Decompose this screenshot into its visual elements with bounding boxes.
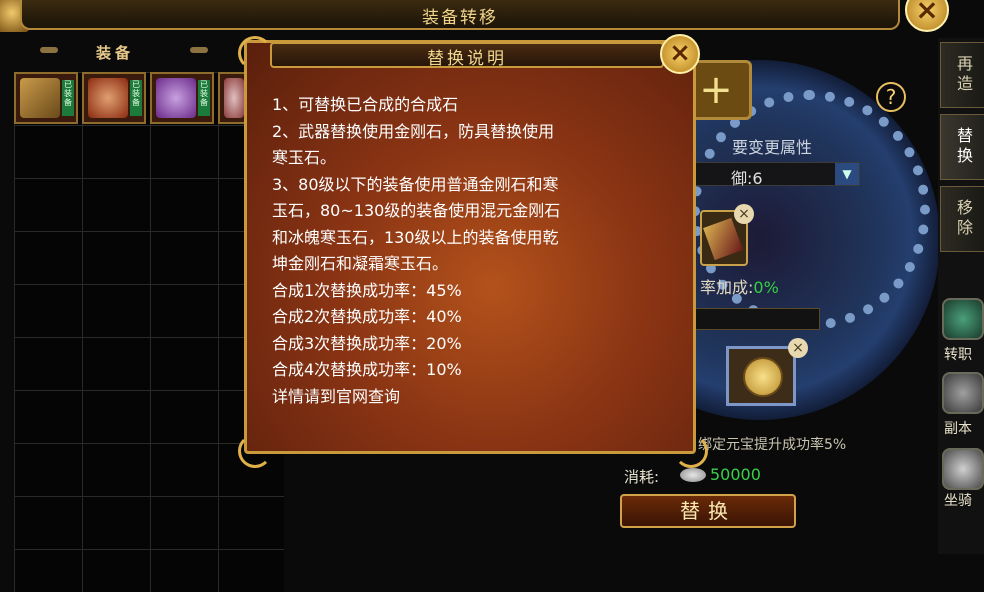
popup-line: 和冰魄寒玉石，130级以上的装备使用乾 — [272, 227, 559, 247]
equipped-tag: 已装备 — [198, 80, 210, 116]
header-ornament — [190, 47, 208, 53]
mount-icon[interactable] — [942, 448, 984, 490]
popup-line: 玉石，80~130级的装备使用混元金刚石 — [272, 201, 561, 220]
window-close-button[interactable]: × — [905, 0, 949, 32]
equipment-slot[interactable]: 已装备 — [82, 72, 146, 124]
close-icon: × — [915, 0, 939, 26]
gem-slot[interactable] — [726, 346, 796, 406]
attribute-select-value: 御:6 — [731, 169, 763, 188]
equipment-slot[interactable]: 已装备 — [14, 72, 78, 124]
plus-icon: + — [699, 67, 733, 113]
popup-line: 合成1次替换成功率：45% — [272, 280, 462, 300]
equipped-tag: 已装备 — [130, 80, 142, 116]
remove-weapon-close-icon[interactable]: × — [734, 204, 754, 224]
popup-line: 坤金刚石和凝霜寒玉石。 — [272, 254, 449, 273]
dungeon-icon[interactable] — [942, 372, 984, 414]
remove-gem-close-icon[interactable]: × — [788, 338, 808, 358]
attribute-select[interactable]: 御:6 ▼ — [690, 162, 860, 188]
weapon-item-icon — [703, 217, 743, 261]
help-icon[interactable]: ? — [876, 82, 906, 112]
coin-icon — [680, 468, 706, 482]
tab-remove[interactable]: 移除 — [940, 186, 984, 252]
popup-line: 详情请到官网查询 — [272, 386, 401, 406]
corner-ornament — [238, 434, 272, 468]
equipment-header-label: 装备 — [96, 44, 135, 62]
popup-line: 合成3次替换成功率：20% — [272, 333, 462, 353]
popup-close-button[interactable]: × — [660, 34, 700, 74]
weapon-item-icon — [20, 78, 60, 118]
popup-line: 合成4次替换成功率：10% — [272, 360, 462, 379]
chevron-down-icon[interactable]: ▼ — [835, 163, 859, 185]
header-ornament — [40, 47, 58, 53]
corner-ornament — [238, 36, 272, 70]
attribute-label: 要变更属性 — [732, 138, 813, 157]
dungeon-label: 副本 — [944, 421, 972, 437]
equipment-slot[interactable]: 已装备 — [150, 72, 214, 124]
item-icon — [224, 78, 244, 118]
replace-button[interactable]: 替换 — [620, 494, 796, 528]
tab-column: 再造 替换 移除 转职 副本 坐骑 — [938, 38, 984, 554]
corner-ornament — [674, 434, 708, 468]
helmet-item-icon — [156, 78, 196, 118]
bind-ingot-hint: 绑定元宝提升成功率5% — [698, 437, 847, 453]
window-titlebar: 装备转移 — [20, 0, 900, 30]
popup-line: 3、80级以下的装备使用普通金刚石和寒 — [272, 174, 559, 194]
popup-title: 替换说明 — [427, 49, 507, 69]
cost-label: 消耗: — [624, 468, 660, 486]
popup-line: 合成2次替换成功率：40% — [272, 307, 462, 326]
popup-line: 2、武器替换使用金刚石，防具替换使用 — [272, 121, 555, 141]
success-rate-label: 率加成: — [700, 278, 754, 297]
success-rate-value: 0% — [753, 278, 779, 297]
armor-item-icon — [88, 78, 128, 118]
tab-remake[interactable]: 再造 — [940, 42, 984, 108]
equipment-panel: 装备 已装备 已装备 已装备 — [10, 38, 284, 592]
popup-body: 1、可替换已合成的合成石 2、武器替换使用金刚石，防具替换使用 寒玉石。 3、8… — [272, 92, 682, 410]
gem-item-icon — [743, 357, 783, 397]
equipped-tag: 已装备 — [62, 80, 74, 116]
tab-replace[interactable]: 替换 — [940, 114, 984, 180]
success-rate-bonus: 率加成:0% — [700, 274, 779, 298]
mount-label: 坐骑 — [944, 493, 972, 509]
popup-line: 1、可替换已合成的合成石 — [272, 95, 459, 114]
class-change-icon[interactable] — [942, 298, 984, 340]
popup-line: 寒玉石。 — [272, 148, 337, 167]
class-change-label: 转职 — [944, 347, 972, 363]
window-title: 装备转移 — [422, 8, 498, 28]
close-icon: × — [669, 38, 691, 68]
cost-value: 50000 — [710, 465, 761, 484]
